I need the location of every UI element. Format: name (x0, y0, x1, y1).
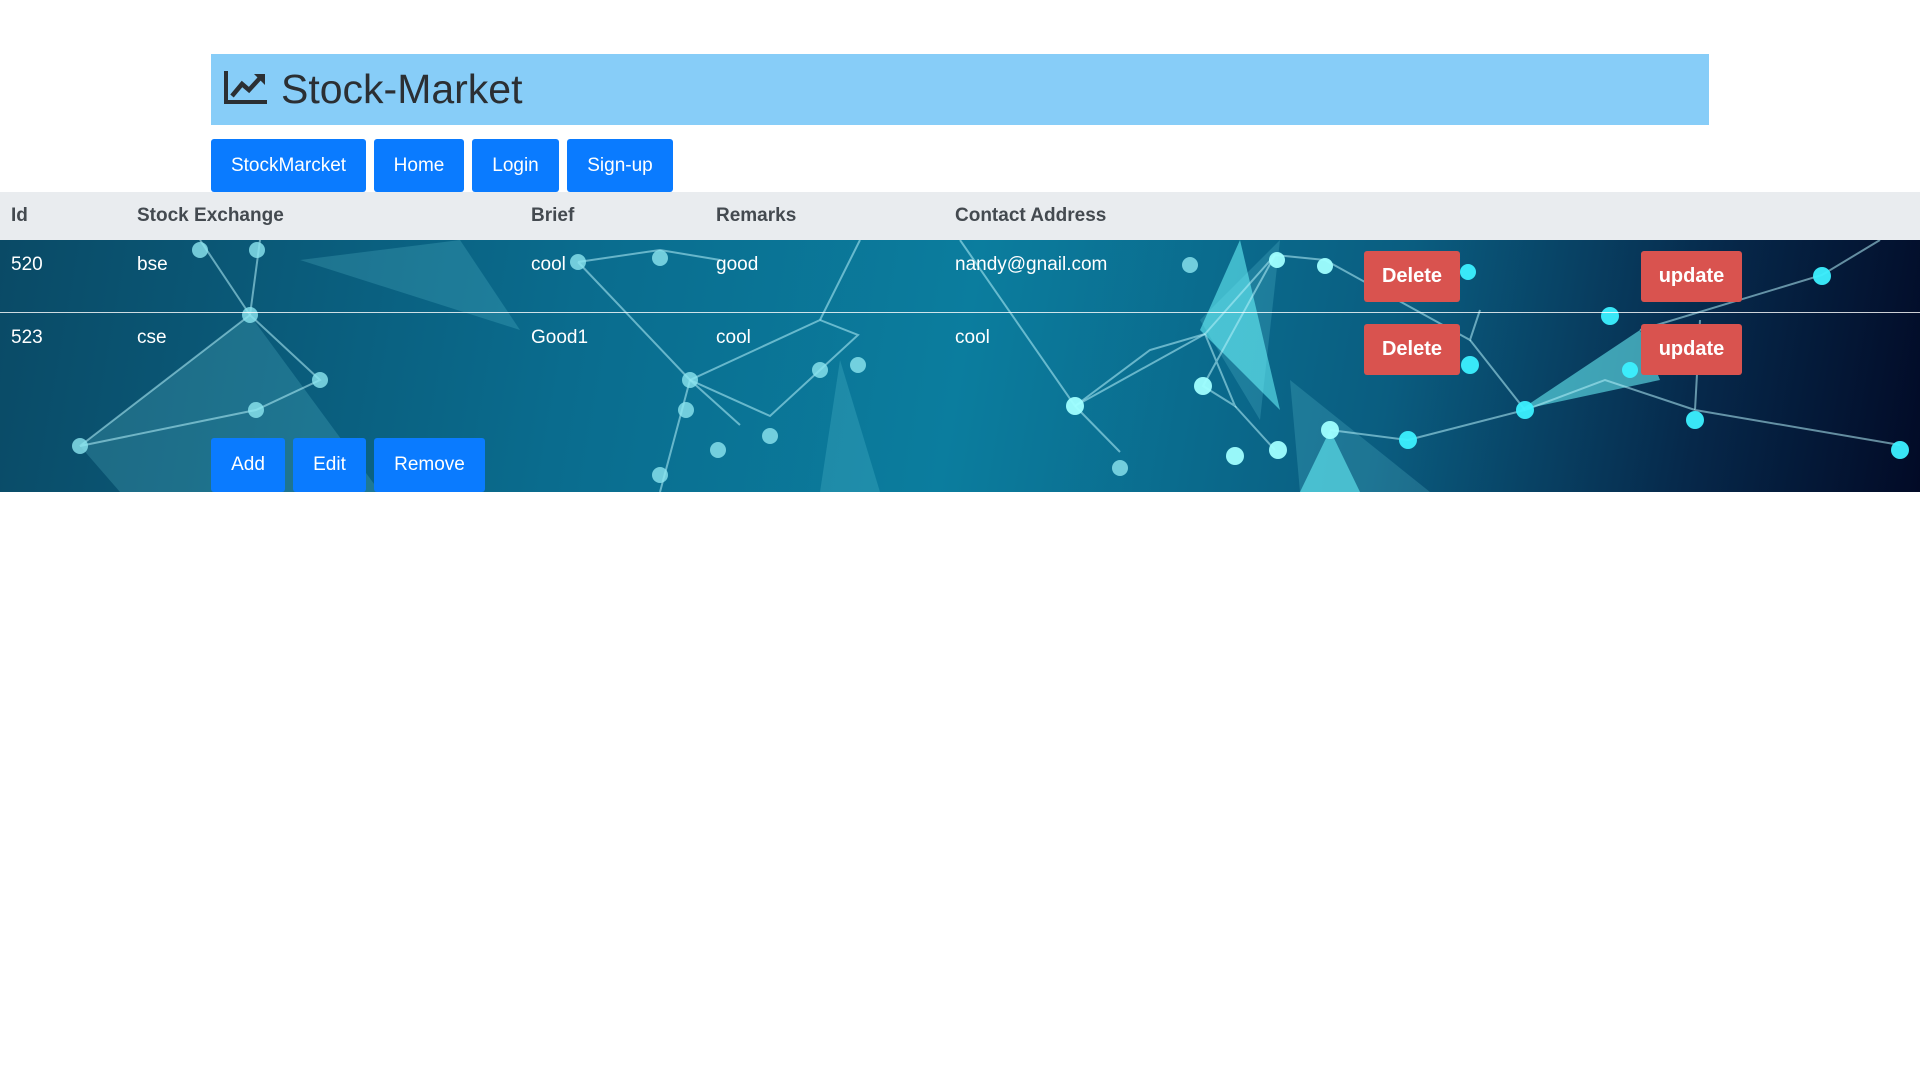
page-title: Stock-Market (281, 66, 523, 112)
cell-remarks: cool (716, 327, 751, 348)
cell-brief: Good1 (531, 327, 589, 348)
chart-line-icon (223, 69, 281, 110)
add-button[interactable]: Add (211, 438, 285, 492)
column-header-stock-exchange: Stock Exchange (137, 205, 284, 226)
cell-id: 523 (11, 327, 43, 348)
stock-exchange-table: Id Stock Exchange Brief Remarks Contact … (0, 192, 1920, 492)
cell-remarks: good (716, 254, 759, 275)
page: Stock-Market StockMarcket Home Login Sig… (0, 0, 1920, 1080)
nav-stockmarcket-button[interactable]: StockMarcket (211, 139, 366, 192)
edit-button[interactable]: Edit (293, 438, 366, 492)
column-header-brief: Brief (531, 205, 575, 226)
update-button[interactable]: update (1641, 251, 1742, 302)
column-header-contact-address: Contact Address (955, 205, 1107, 226)
cell-id: 520 (11, 254, 43, 275)
cell-contact-address: nandy@gnail.com (955, 254, 1108, 275)
table-header: Id Stock Exchange Brief Remarks Contact … (0, 192, 1920, 240)
nav-signup-button[interactable]: Sign-up (567, 139, 673, 192)
nav-login-button[interactable]: Login (472, 139, 559, 192)
remove-button[interactable]: Remove (374, 438, 485, 492)
table-row: 523 cse Good1 cool cool Delete update (0, 313, 1920, 385)
column-header-id: Id (11, 205, 28, 226)
table-row: 520 bse cool good nandy@gnail.com Delete… (0, 240, 1920, 313)
page-header: Stock-Market (211, 54, 1709, 125)
cell-stock-exchange: bse (137, 254, 168, 275)
nav-home-button[interactable]: Home (374, 139, 464, 192)
column-header-remarks: Remarks (716, 205, 797, 226)
update-button[interactable]: update (1641, 324, 1742, 375)
cell-stock-exchange: cse (137, 327, 167, 348)
cell-brief: cool (531, 254, 566, 275)
delete-button[interactable]: Delete (1364, 251, 1460, 302)
cell-contact-address: cool (955, 327, 990, 348)
delete-button[interactable]: Delete (1364, 324, 1460, 375)
